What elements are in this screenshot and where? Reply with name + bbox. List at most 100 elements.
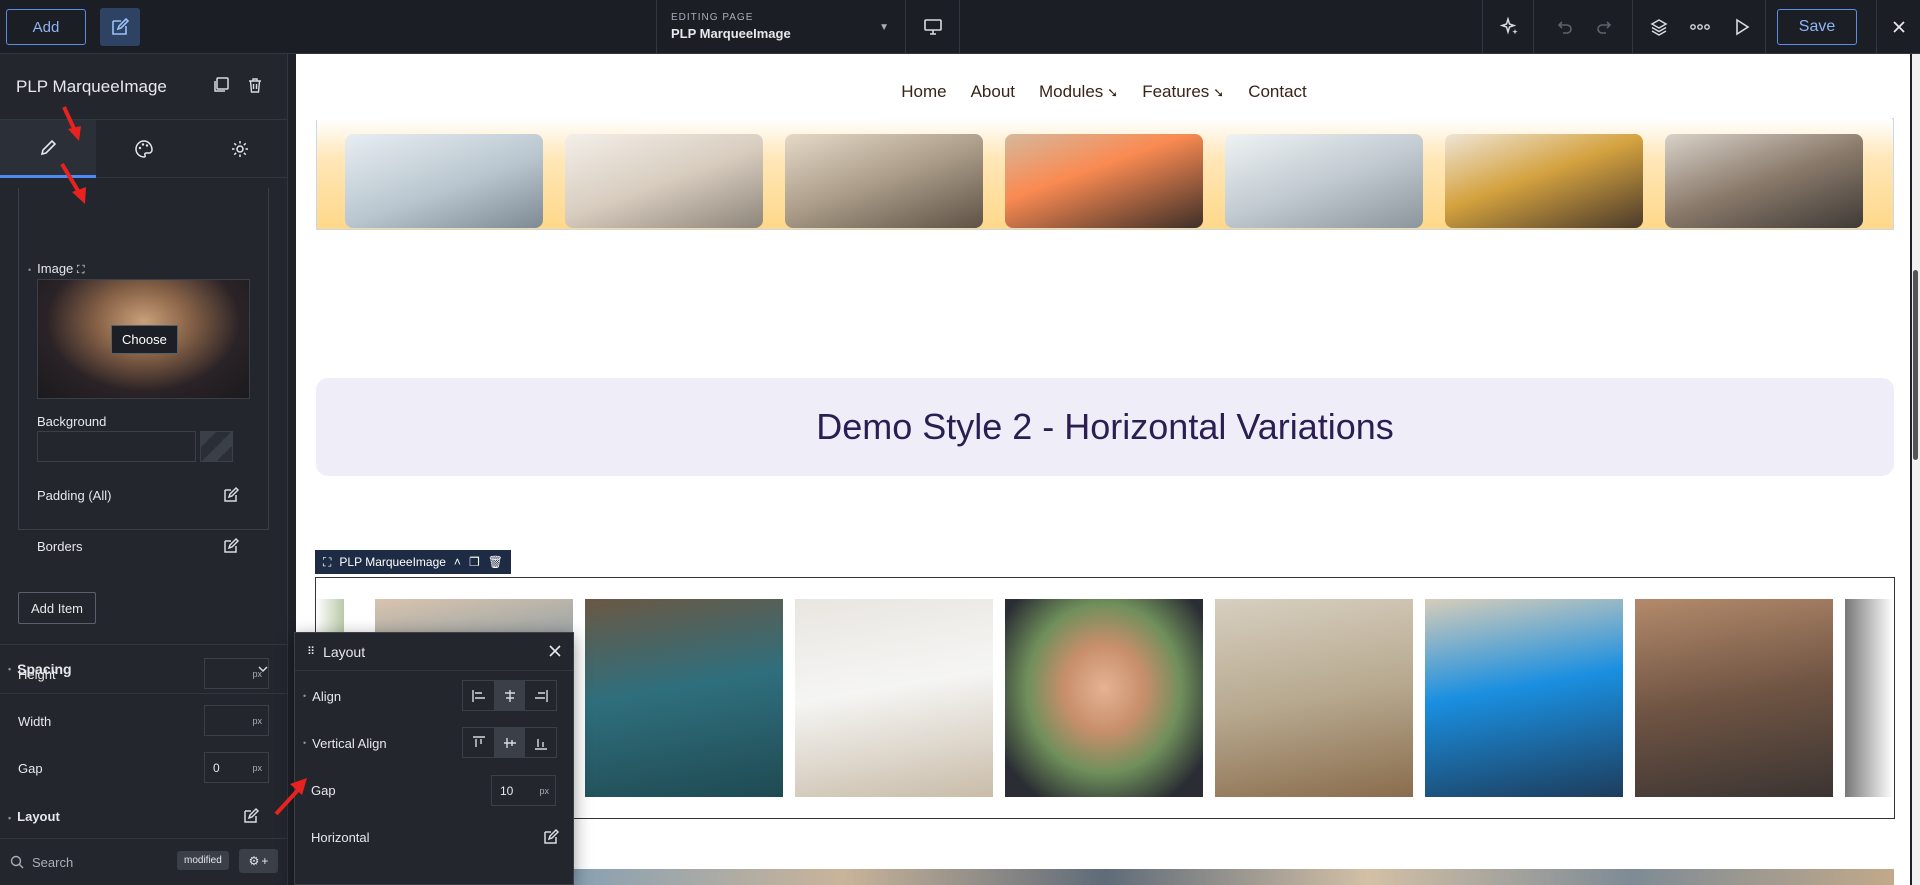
- edit-borders-icon[interactable]: [222, 537, 240, 555]
- drag-handle-icon[interactable]: ⠿: [307, 645, 315, 658]
- trash-icon[interactable]: [246, 76, 264, 94]
- close-icon[interactable]: [549, 645, 561, 657]
- search-input[interactable]: Search: [32, 855, 73, 870]
- panel-header: PLP MarqueeImage: [0, 54, 287, 120]
- edit-padding-icon[interactable]: [222, 486, 240, 504]
- background-color-swatch[interactable]: [200, 431, 233, 462]
- annotation-arrow: [60, 162, 86, 204]
- align-right-icon[interactable]: [525, 681, 556, 710]
- editing-page-label: EDITING PAGE: [671, 12, 754, 23]
- popup-gap-row: Gap 10 px: [295, 767, 575, 813]
- add-item-button[interactable]: Add Item: [18, 592, 96, 624]
- canvas-scroll-thumb[interactable]: [1913, 270, 1918, 460]
- nav-modules[interactable]: Modules ➘: [1039, 82, 1118, 102]
- annotation-arrow: [274, 778, 307, 816]
- modified-filter-badge[interactable]: modified: [177, 851, 229, 870]
- layers-button[interactable]: [1638, 0, 1680, 54]
- nav-about[interactable]: About: [971, 82, 1015, 102]
- tab-settings[interactable]: [192, 120, 288, 178]
- arrow-down-right-icon: ➘: [1213, 85, 1225, 100]
- page-name: PLP MarqueeImage: [671, 26, 791, 41]
- width-input[interactable]: px: [204, 705, 269, 736]
- nav-features[interactable]: Features ➘: [1142, 82, 1224, 102]
- plus-icon: +: [261, 854, 269, 868]
- gear-icon: ⚙: [248, 854, 260, 868]
- layers-icon: [1650, 19, 1668, 36]
- close-editor-button[interactable]: [1876, 0, 1920, 54]
- trash-icon[interactable]: 🗑: [488, 555, 503, 569]
- redo-button[interactable]: [1584, 0, 1626, 54]
- background-input[interactable]: [37, 431, 196, 462]
- portrait-photo: [1425, 599, 1623, 797]
- width-label: Width: [18, 714, 52, 729]
- redo-icon: [1597, 21, 1612, 34]
- layout-popup-header[interactable]: ⠿ Layout: [295, 633, 573, 671]
- horizontal-row: Horizontal: [295, 814, 575, 860]
- office-photo: [785, 134, 983, 228]
- close-icon: [1892, 21, 1905, 33]
- toolbar-divider: [1482, 0, 1483, 54]
- edit-layout-icon[interactable]: [242, 807, 260, 825]
- canvas-scrollbar[interactable]: [1912, 54, 1920, 885]
- edit-horizontal-icon[interactable]: [542, 828, 560, 846]
- edit-mode-button[interactable]: [100, 8, 140, 46]
- arrow-down-right-icon: ➘: [1107, 85, 1119, 100]
- valign-middle-icon[interactable]: [494, 728, 525, 757]
- ai-assist-button[interactable]: [1489, 0, 1531, 54]
- save-button[interactable]: Save: [1777, 9, 1857, 45]
- office-photo: [1225, 134, 1423, 228]
- popup-gap-input[interactable]: 10 px: [491, 775, 556, 806]
- nav-contact[interactable]: Contact: [1248, 82, 1307, 102]
- panel-tabs: [0, 120, 288, 178]
- gap-label: Gap: [18, 761, 43, 776]
- align-left-icon[interactable]: [463, 681, 494, 710]
- drag-handle-icon[interactable]: ⛶: [323, 555, 331, 570]
- duplicate-icon[interactable]: [212, 76, 230, 94]
- valign-top-icon[interactable]: [463, 728, 494, 757]
- undo-icon: [1557, 21, 1572, 34]
- background-label: Background: [37, 414, 107, 429]
- align-center-icon[interactable]: [494, 681, 525, 710]
- portrait-photo: [585, 599, 783, 797]
- toolbar-divider: [1533, 0, 1534, 54]
- image-preview[interactable]: Choose: [37, 279, 250, 399]
- portrait-photo: [1005, 599, 1203, 797]
- gap-input[interactable]: 0 px: [204, 752, 269, 783]
- play-icon: [1736, 18, 1750, 36]
- chevron-up-icon[interactable]: ˄: [454, 555, 461, 569]
- toolbar-divider: [1632, 0, 1633, 54]
- image-field-label: Image ⛶: [28, 261, 85, 277]
- page-selector[interactable]: EDITING PAGE PLP MarqueeImage ▼: [656, 0, 906, 54]
- module-tag[interactable]: ⛶ PLP MarqueeImage ˄ ❐ 🗑: [315, 550, 511, 574]
- borders-label: Borders: [37, 539, 83, 554]
- device-preview-button[interactable]: [906, 0, 960, 54]
- section-title: Demo Style 2 - Horizontal Variations: [316, 378, 1894, 476]
- desktop-icon: [923, 19, 942, 35]
- valign-bottom-icon[interactable]: [525, 728, 556, 757]
- duplicate-icon[interactable]: ❐: [469, 555, 480, 569]
- gear-icon: [232, 141, 248, 157]
- layout-popup-title: Layout: [323, 643, 366, 660]
- site-navigation: Home About Modules ➘ Features ➘ Contact: [316, 64, 1892, 120]
- search-icon: [10, 855, 24, 869]
- tab-style[interactable]: [96, 120, 192, 178]
- choose-image-button[interactable]: Choose: [111, 325, 178, 354]
- portrait-photo: [1845, 599, 1893, 797]
- office-photo: [345, 134, 543, 228]
- more-button[interactable]: [1679, 0, 1721, 54]
- height-input[interactable]: px: [204, 658, 269, 689]
- add-button[interactable]: Add: [6, 9, 86, 45]
- edit-icon: [112, 17, 130, 35]
- portrait-photo: [1215, 599, 1413, 797]
- sparkle-icon: [1500, 17, 1518, 35]
- align-row: Align: [295, 673, 575, 719]
- office-photo: [1005, 134, 1203, 228]
- settings-add-button[interactable]: ⚙ +: [239, 849, 278, 873]
- layout-label: Layout: [8, 809, 60, 824]
- dynamic-source-icon[interactable]: ⛶: [77, 264, 85, 276]
- nav-home[interactable]: Home: [901, 82, 946, 102]
- preview-button[interactable]: [1721, 0, 1763, 54]
- more-icon: [1690, 24, 1710, 30]
- undo-button[interactable]: [1543, 0, 1585, 54]
- office-photo: [1445, 134, 1643, 228]
